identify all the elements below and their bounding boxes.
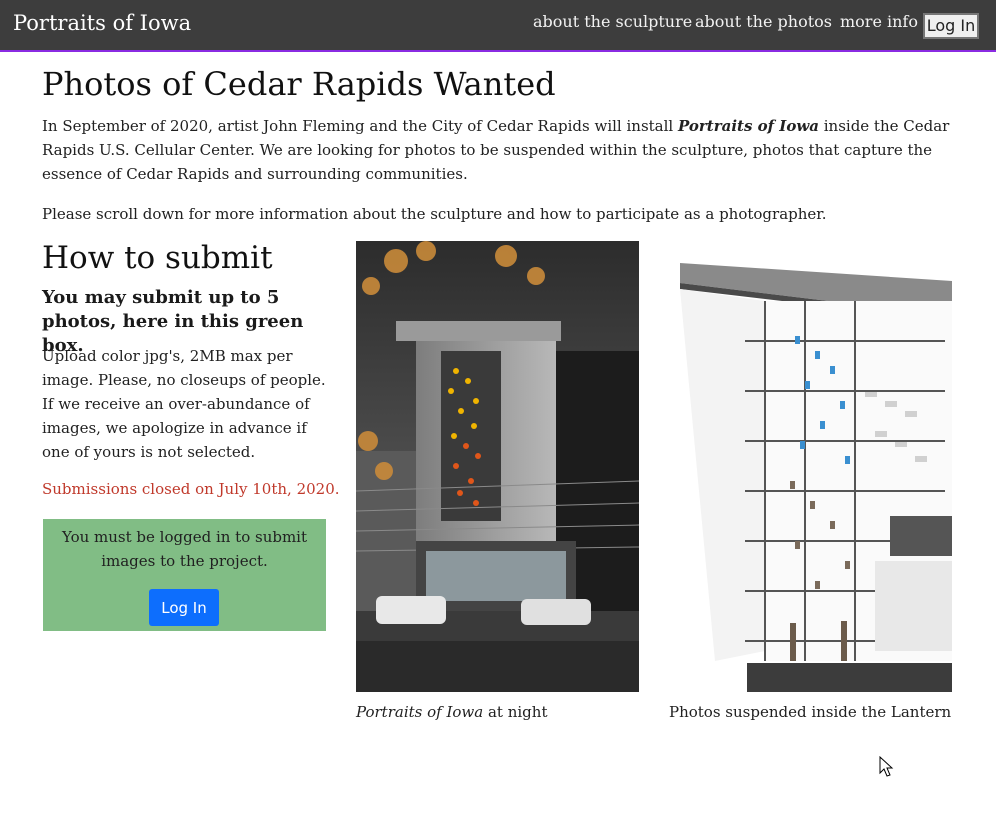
nav-about-photos[interactable]: about the photos [695,12,832,31]
intro-text-pre: In September of 2020, artist John Flemin… [42,117,678,135]
how-to-submit-heading: How to submit [42,240,273,276]
night-building-photo [356,241,639,692]
scroll-note: Please scroll down for more information … [42,205,827,223]
photo2-caption: Photos suspended inside the Lantern [669,703,952,721]
nav-login-button[interactable]: Log In [923,13,979,39]
lantern-interior-photo [655,241,952,692]
photo1-caption: Portraits of Iowa at night [356,703,547,721]
nav-more-info[interactable]: more info [840,12,918,31]
login-button[interactable]: Log In [149,589,219,626]
submission-box: You must be logged in to submit images t… [43,519,326,631]
page-title: Photos of Cedar Rapids Wanted [42,65,556,103]
upload-instructions: Upload color jpg's, 2MB max per image. P… [42,347,326,461]
intro-sculpture-name: Portraits of Iowa [678,117,819,135]
intro-paragraph: In September of 2020, artist John Flemin… [42,114,952,186]
photo1-caption-title: Portraits of Iowa [356,703,484,721]
mouse-pointer-icon [879,756,894,777]
brand-link[interactable]: Portraits of Iowa [13,11,191,35]
navbar: Portraits of Iowa about the sculpture ab… [0,0,996,52]
nav-about-sculpture[interactable]: about the sculpture [533,12,692,31]
photo1-caption-rest: at night [483,703,548,721]
submissions-closed-notice: Submissions closed on July 10th, 2020. [42,480,340,498]
login-required-message: You must be logged in to submit images t… [61,528,308,570]
